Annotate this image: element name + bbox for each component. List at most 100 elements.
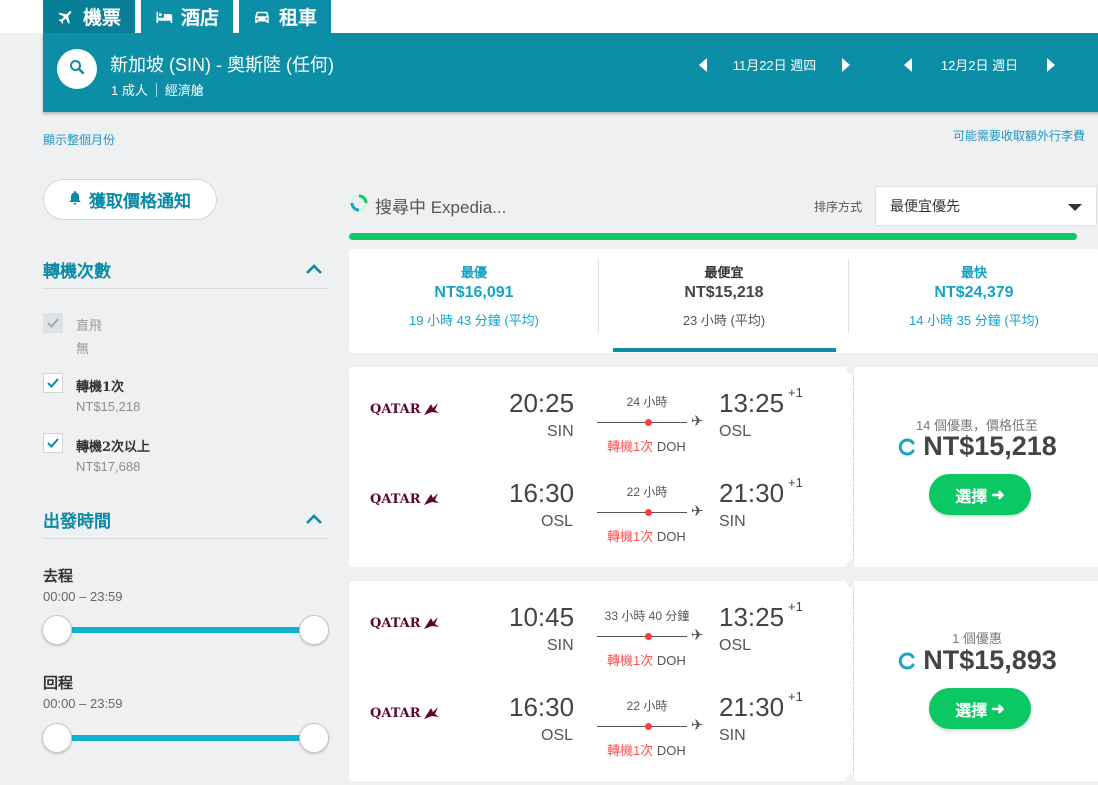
- divider: [43, 538, 328, 539]
- search-status: 搜尋中 Expedia...: [349, 193, 506, 218]
- plane-icon: ✈: [691, 413, 704, 430]
- airline-name: QATAR: [370, 615, 421, 631]
- divider: [155, 82, 157, 97]
- loading-spinner-icon: [899, 438, 915, 455]
- search-status-text: 搜尋中 Expedia...: [375, 198, 507, 217]
- price-alert-button[interactable]: 獲取價格通知: [43, 179, 217, 220]
- select-label: 選擇: [955, 486, 988, 506]
- tab-cars[interactable]: 租車: [239, 0, 332, 33]
- price-alert-label: 獲取價格通知: [89, 192, 191, 212]
- select-button[interactable]: 選擇 ➜: [929, 474, 1031, 515]
- collapse-stops-chevron-up-icon[interactable]: [305, 263, 323, 275]
- flight-line: [597, 512, 687, 513]
- divider: [43, 288, 328, 289]
- flight-duration: 22 小時: [626, 485, 668, 499]
- depart-time: 16:30: [509, 692, 575, 722]
- price-value: NT$15,893: [923, 645, 1057, 675]
- tab-hotels[interactable]: 酒店: [141, 0, 234, 33]
- tab-hotels-label: 酒店: [181, 7, 220, 29]
- outbound-slider-max-handle[interactable]: [299, 615, 329, 645]
- summary-duration: 19 小時 43 分鐘 (平均): [408, 313, 540, 328]
- outbound-label: 去程: [43, 567, 74, 585]
- checkmark-icon: [47, 438, 59, 448]
- return-time-slider[interactable]: [57, 735, 315, 741]
- summary-tab-cheapest[interactable]: 最便宜 NT$15,218 23 小時 (平均): [599, 249, 849, 353]
- collapse-times-chevron-up-icon[interactable]: [305, 513, 323, 525]
- stop-dot: [645, 509, 652, 516]
- active-tab-indicator: [613, 348, 836, 352]
- checkbox-one-stop[interactable]: [43, 373, 63, 393]
- airline-logo: QATAR: [370, 615, 440, 631]
- depart-airport: SIN: [547, 423, 574, 440]
- outbound-slider-min-handle[interactable]: [42, 615, 72, 645]
- return-slider-min-handle[interactable]: [42, 723, 72, 753]
- arrow-right-icon: ➜: [991, 485, 1005, 504]
- return-date-control: 12月2日 週日: [904, 55, 1055, 74]
- next-return-date-arrow-icon[interactable]: [1047, 57, 1055, 72]
- arrive-time: 13:25: [719, 388, 785, 418]
- two-plus-stops-label: 轉機2次以上: [76, 440, 151, 455]
- summary-label: 最便宜: [704, 266, 744, 281]
- tab-cars-label: 租車: [279, 7, 318, 29]
- depart-airport: OSL: [541, 513, 574, 530]
- next-day-indicator: +1: [788, 385, 803, 400]
- summary-duration: 14 小時 35 分鐘 (平均): [908, 313, 1040, 328]
- checkbox-two-plus-stops[interactable]: [43, 433, 63, 453]
- oryx-logo-icon: [423, 493, 439, 505]
- search-summary-bar[interactable]: 新加坡 (SIN) - 奧斯陸 (任何) 1 成人 經濟艙 11月22日 週四 …: [43, 33, 1098, 112]
- return-slider-max-handle[interactable]: [299, 723, 329, 753]
- stops-filter-title[interactable]: 轉機次數: [43, 257, 111, 282]
- flight-line: [597, 726, 687, 727]
- airline-logo: QATAR: [370, 401, 440, 417]
- sort-dropdown[interactable]: 最便宜優先: [875, 186, 1097, 226]
- bell-icon: [69, 190, 81, 210]
- return-date[interactable]: 12月2日 週日: [912, 55, 1047, 74]
- summary-tab-fastest[interactable]: 最快 NT$24,379 14 小時 35 分鐘 (平均): [849, 249, 1098, 353]
- stop-dot: [645, 419, 652, 426]
- bed-icon: [155, 9, 173, 25]
- prev-depart-date-arrow-icon[interactable]: [699, 57, 707, 72]
- stop-info: 轉機1次 DOH: [607, 526, 686, 545]
- search-progress-bar: [349, 233, 1077, 240]
- summary-price: NT$24,379: [934, 284, 1014, 301]
- select-button[interactable]: 選擇 ➜: [929, 688, 1031, 729]
- stop-count: 轉機1次: [607, 529, 654, 544]
- plane-icon: ✈: [691, 627, 704, 644]
- result-card[interactable]: QATAR 10:45 SIN 33 小時 40 分鐘 ✈ 轉機1次 DOH 1…: [349, 581, 853, 781]
- next-day-indicator: +1: [788, 599, 803, 614]
- airline-name: QATAR: [370, 401, 421, 417]
- next-depart-date-arrow-icon[interactable]: [842, 57, 850, 72]
- stop-count: 轉機1次: [607, 439, 654, 454]
- product-tabs: 機票 酒店 租車: [43, 0, 332, 33]
- depart-date[interactable]: 11月22日 週四: [707, 55, 842, 74]
- baggage-fee-link[interactable]: 可能需要收取額外行李費: [953, 127, 1085, 144]
- summary-price: NT$16,091: [434, 284, 514, 301]
- caret-down-icon: [1068, 204, 1082, 211]
- arrive-time: 21:30: [719, 478, 785, 508]
- checkbox-nonstop[interactable]: [43, 313, 63, 333]
- prev-return-date-arrow-icon[interactable]: [904, 57, 912, 72]
- stop-count: 轉機1次: [607, 653, 654, 668]
- show-month-link[interactable]: 顯示整個月份: [43, 131, 115, 148]
- sort-label: 排序方式: [814, 200, 863, 214]
- result-card[interactable]: QATAR 20:25 SIN 24 小時 ✈ 轉機1次 DOH 13:25 +…: [349, 367, 853, 567]
- select-label: 選擇: [955, 700, 988, 720]
- summary-tab-best[interactable]: 最優 NT$16,091 19 小時 43 分鐘 (平均): [349, 249, 599, 353]
- arrive-time: 13:25: [719, 602, 785, 632]
- sort-value: 最便宜優先: [890, 198, 960, 214]
- airline-name: QATAR: [370, 705, 421, 721]
- search-button[interactable]: [57, 49, 97, 89]
- tab-flights[interactable]: 機票: [43, 0, 136, 33]
- stop-airport: DOH: [656, 653, 686, 668]
- two-plus-stops-price: NT$17,688: [76, 459, 141, 474]
- outbound-time-slider[interactable]: [57, 627, 315, 633]
- depart-airport: OSL: [541, 727, 574, 744]
- arrow-right-icon: ➜: [991, 699, 1005, 718]
- airline-name: QATAR: [370, 491, 421, 507]
- price-value: NT$15,218: [923, 431, 1057, 461]
- flight-duration: 24 小時: [626, 395, 668, 409]
- stop-dot: [645, 633, 652, 640]
- departure-time-filter-title[interactable]: 出發時間: [43, 507, 111, 532]
- flight-line: [597, 636, 687, 637]
- arrive-airport: OSL: [719, 637, 752, 654]
